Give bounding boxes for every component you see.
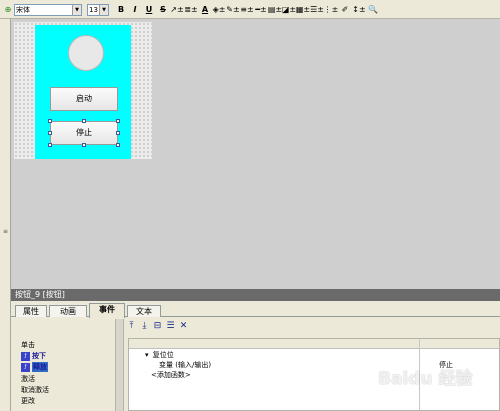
properties-title: 按钮_9 [按钮] bbox=[11, 289, 500, 301]
event-label: 更改 bbox=[21, 397, 35, 405]
resize-handle[interactable] bbox=[48, 119, 52, 123]
chevron-down-icon[interactable]: ▼ bbox=[99, 5, 108, 15]
sort-icon[interactable]: ↕± bbox=[352, 4, 365, 16]
watermark: Baidu 经验 bbox=[378, 369, 473, 389]
text-color-button[interactable]: A bbox=[199, 4, 211, 16]
zoom-icon[interactable]: 🔍 bbox=[367, 4, 379, 16]
line-style-icon[interactable]: ≡± bbox=[240, 4, 253, 16]
start-button[interactable]: 启动 bbox=[50, 87, 118, 111]
event-label: 单击 bbox=[21, 341, 35, 349]
event-list: 单击 ƒ 按下 ƒ 释放 激活 取消激活 更改 bbox=[11, 319, 116, 411]
resize-handle[interactable] bbox=[116, 119, 120, 123]
resize-handle[interactable] bbox=[48, 143, 52, 147]
splitter-grip-icon[interactable]: ≡ bbox=[3, 229, 8, 238]
tab-properties[interactable]: 属性 bbox=[15, 305, 47, 317]
group-icon[interactable]: ◪± bbox=[282, 4, 296, 16]
resize-handle[interactable] bbox=[116, 131, 120, 135]
event-label: 激活 bbox=[21, 375, 35, 383]
param-name-cell: 变量 (输入/输出) bbox=[159, 361, 212, 369]
bold-button[interactable]: B bbox=[115, 4, 127, 16]
pane-splitter[interactable] bbox=[116, 319, 124, 411]
resize-handle[interactable] bbox=[82, 119, 86, 123]
tab-events[interactable]: 事件 bbox=[89, 303, 125, 318]
font-name-value: 宋体 bbox=[16, 6, 30, 14]
function-row[interactable]: ▾ 复位位 bbox=[145, 351, 174, 360]
toolbar-grip-icon: ⊕ bbox=[4, 4, 12, 14]
resize-handle[interactable] bbox=[48, 131, 52, 135]
function-name: 复位位 bbox=[152, 351, 174, 359]
event-activate[interactable]: 激活 bbox=[21, 374, 35, 384]
underline-button[interactable]: U bbox=[143, 4, 155, 16]
function-toolbar: ⤒ ⤓ ⊟ ☰ ✕ bbox=[124, 319, 500, 334]
tab-text[interactable]: 文本 bbox=[127, 305, 161, 317]
add-function-row[interactable]: <添加函数> bbox=[151, 371, 191, 380]
indicator-lamp[interactable] bbox=[68, 35, 104, 71]
strikethrough-button[interactable]: S bbox=[157, 4, 169, 16]
font-size-select[interactable]: 13 ▼ bbox=[87, 4, 109, 16]
event-label: 释放 bbox=[32, 362, 48, 372]
resize-handle[interactable] bbox=[82, 143, 86, 147]
fill-color-icon[interactable]: ◈± bbox=[213, 4, 226, 16]
stop-button[interactable]: 停止 bbox=[50, 121, 118, 145]
left-sidebar-strip: ≡ bbox=[0, 19, 11, 411]
hmi-screen[interactable]: 启动 停止 bbox=[14, 22, 152, 159]
event-label: 取消激活 bbox=[21, 386, 49, 394]
chevron-down-icon[interactable]: ▼ bbox=[72, 5, 81, 15]
arrange-icon[interactable]: ▦± bbox=[296, 4, 310, 16]
expand-icon[interactable]: ⊟ bbox=[152, 321, 163, 332]
collapse-icon[interactable]: ▾ bbox=[145, 351, 149, 359]
event-change[interactable]: 更改 bbox=[21, 396, 35, 406]
properties-tabs: 属性 动画 事件 文本 bbox=[11, 303, 500, 318]
event-release[interactable]: ƒ 释放 bbox=[21, 362, 48, 372]
event-press[interactable]: ƒ 按下 bbox=[21, 351, 46, 361]
event-click[interactable]: 单击 bbox=[21, 340, 35, 350]
properties-pane: 按钮_9 [按钮] 属性 动画 事件 文本 单击 ƒ 按下 ƒ 释放 激活 取消… bbox=[11, 289, 500, 411]
font-name-select[interactable]: 宋体 ▼ bbox=[14, 4, 82, 16]
delete-icon[interactable]: ✕ bbox=[178, 321, 189, 332]
panel-background: 启动 停止 bbox=[35, 25, 131, 159]
brush-icon[interactable]: ✐ bbox=[339, 4, 351, 16]
event-assigned-icon: ƒ bbox=[21, 351, 30, 361]
layer-icon[interactable]: ▤± bbox=[268, 4, 282, 16]
move-up-icon[interactable]: ⤒ bbox=[126, 321, 137, 332]
event-label: 按下 bbox=[32, 352, 46, 360]
tab-animation[interactable]: 动画 bbox=[49, 305, 87, 317]
grid-header bbox=[129, 339, 499, 349]
event-assigned-icon: ƒ bbox=[21, 362, 30, 372]
distribute-icon[interactable]: ☰± bbox=[310, 4, 324, 16]
align-icon[interactable]: ≣± bbox=[184, 4, 197, 16]
design-canvas[interactable]: 启动 停止 bbox=[11, 19, 500, 289]
spacing-icon[interactable]: ⋮± bbox=[324, 4, 339, 16]
font-size-value: 13 bbox=[89, 6, 98, 14]
rotate-text-icon[interactable]: ↗± bbox=[170, 4, 183, 16]
event-deactivate[interactable]: 取消激活 bbox=[21, 385, 49, 395]
line-width-icon[interactable]: ━± bbox=[255, 4, 267, 16]
italic-button[interactable]: I bbox=[129, 4, 141, 16]
line-color-icon[interactable]: ✎± bbox=[226, 4, 239, 16]
list-icon[interactable]: ☰ bbox=[165, 321, 176, 332]
move-down-icon[interactable]: ⤓ bbox=[139, 321, 150, 332]
resize-handle[interactable] bbox=[116, 143, 120, 147]
format-toolbar: ⊕ 宋体 ▼ 13 ▼ B I U S ↗± ≣± A ◈± ✎± ≡± ━± … bbox=[0, 0, 500, 19]
